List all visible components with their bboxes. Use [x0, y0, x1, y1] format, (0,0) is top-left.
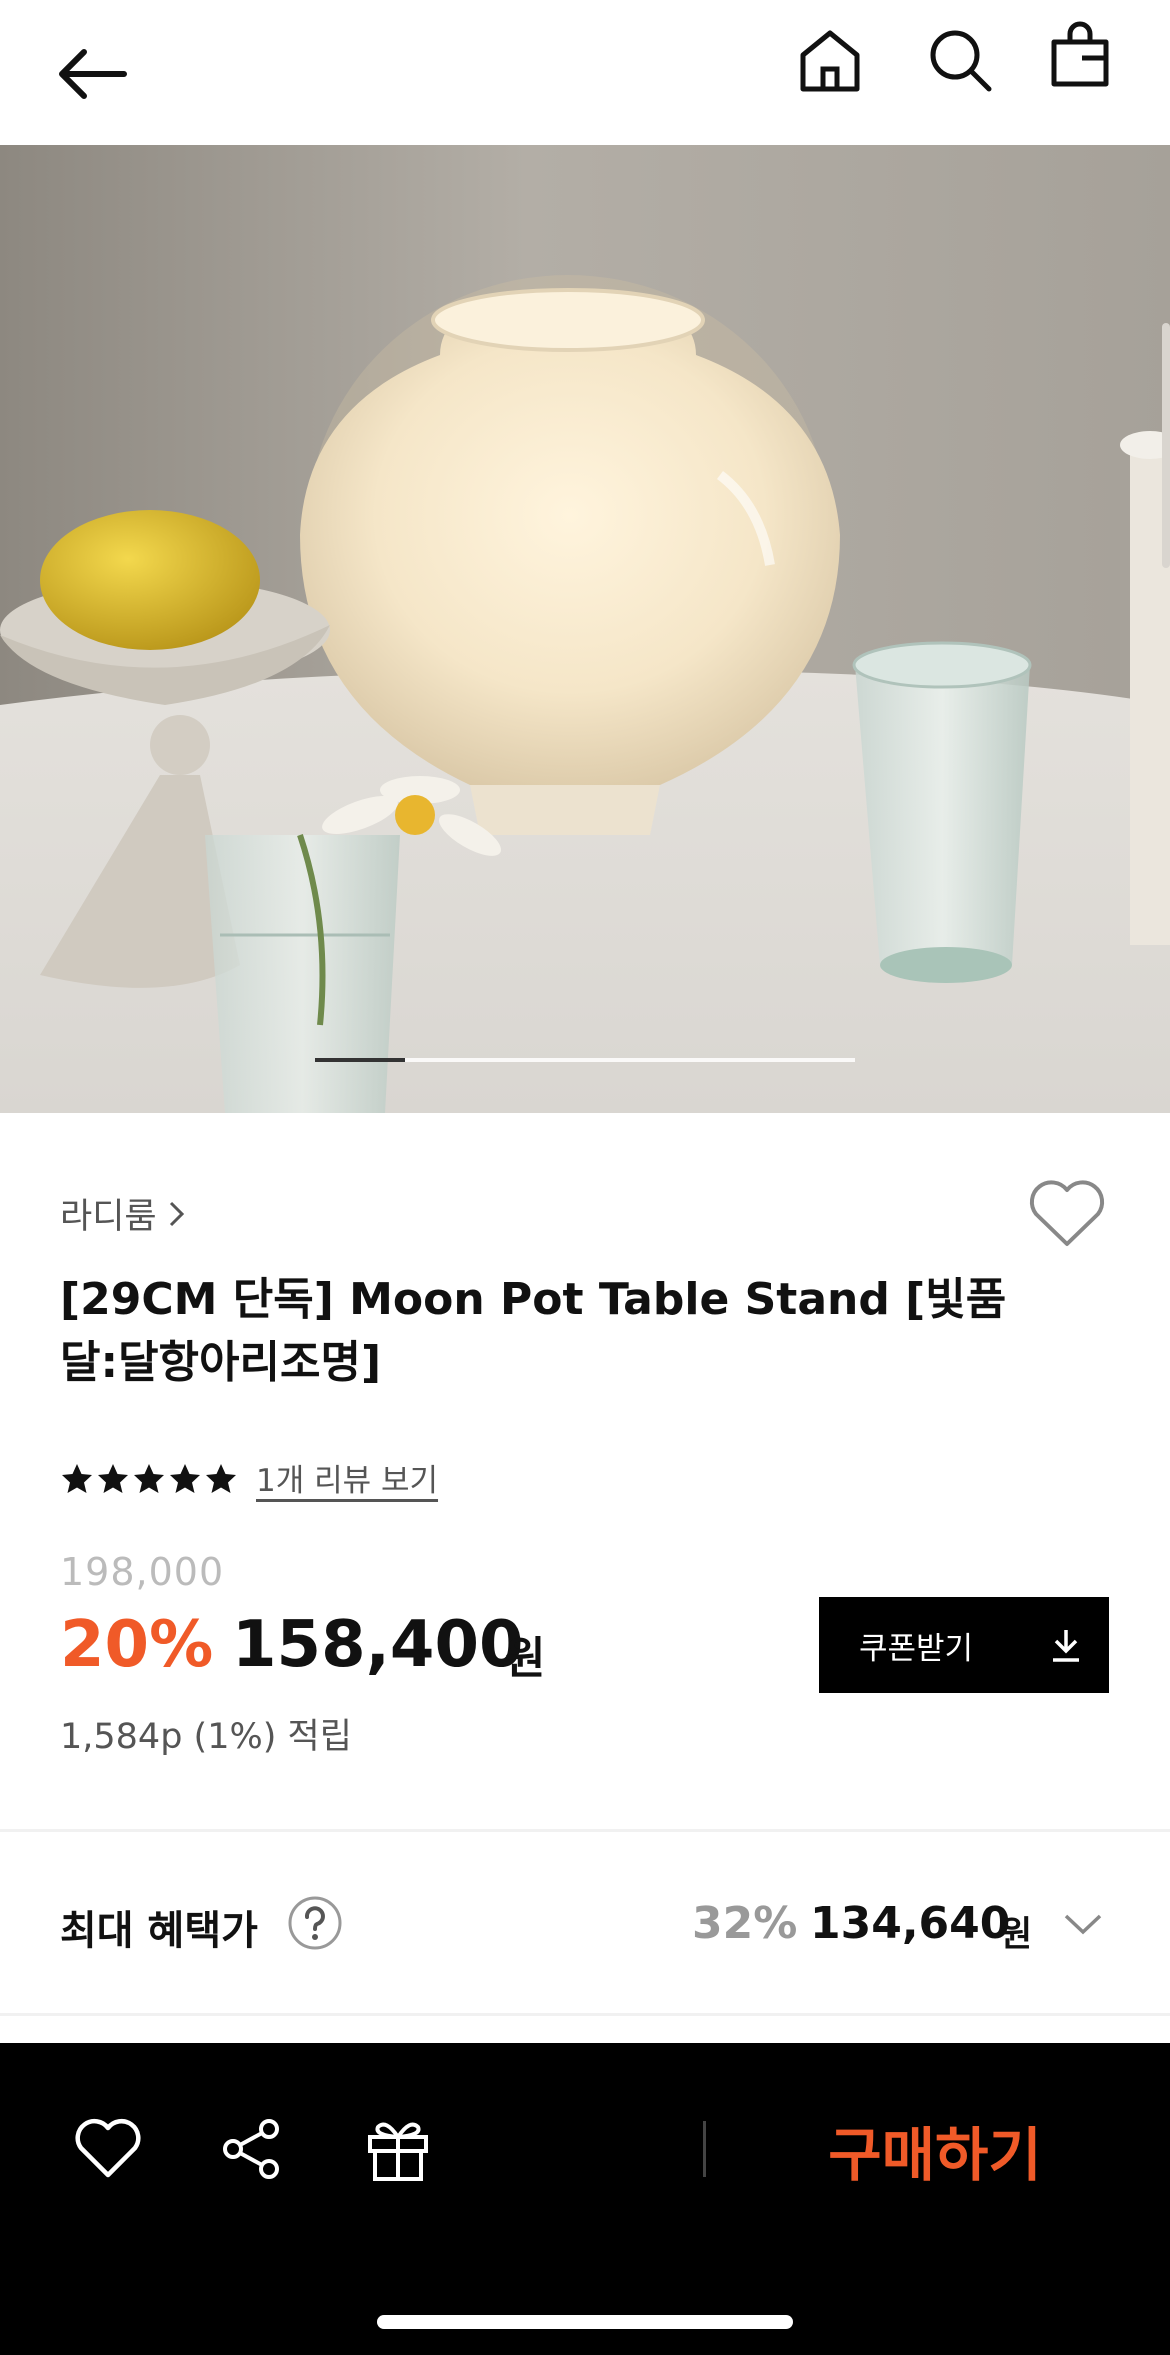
- home-indicator: [377, 2315, 793, 2329]
- star-icon: [98, 1464, 128, 1493]
- max-benefit-discount: 32%: [692, 1898, 798, 1949]
- original-price: 198,000: [60, 1550, 225, 1594]
- download-icon: [1053, 1630, 1079, 1662]
- search-button[interactable]: [910, 10, 1010, 110]
- heart-outline-icon: [75, 2118, 141, 2178]
- buy-button[interactable]: 구매하기: [780, 2100, 1090, 2200]
- chevron-down-icon: [1064, 1914, 1102, 1935]
- arrow-left-icon: [59, 49, 127, 99]
- sale-price: 158,400: [232, 1608, 524, 1682]
- home-icon: [800, 30, 860, 92]
- home-button[interactable]: [780, 10, 880, 110]
- back-button[interactable]: [40, 20, 140, 120]
- star-icon: [62, 1464, 92, 1493]
- gallery-progress-fill: [315, 1058, 406, 1062]
- search-icon: [930, 30, 992, 92]
- cart-button[interactable]: [1030, 5, 1130, 105]
- gift-button[interactable]: [358, 2109, 438, 2189]
- bottom-bar-separator: [703, 2121, 706, 2177]
- image-scroll-indicator: [1162, 323, 1170, 568]
- share-button[interactable]: [212, 2109, 292, 2189]
- star-icon: [134, 1464, 164, 1493]
- star-icon: [206, 1464, 236, 1493]
- top-nav-bar: [0, 0, 1170, 145]
- section-divider: [0, 2013, 1170, 2016]
- chevron-right-icon: [169, 1201, 184, 1226]
- product-image-gallery[interactable]: [0, 145, 1170, 1113]
- coupon-download-button[interactable]: 쿠폰받기: [819, 1597, 1109, 1693]
- max-benefit-price: 134,640: [810, 1898, 1011, 1949]
- brand-name: 라디룸: [60, 1197, 157, 1237]
- benefit-expand-button[interactable]: [1062, 1908, 1104, 1940]
- heart-outline-icon: [1029, 1180, 1105, 1246]
- wishlist-button[interactable]: [1028, 1178, 1106, 1250]
- star-icon: [170, 1464, 200, 1493]
- rating-stars: [60, 1462, 238, 1496]
- max-benefit-label: 최대 혜택가: [60, 1908, 258, 1954]
- discount-rate: 20%: [60, 1608, 214, 1682]
- bottom-wishlist-button[interactable]: [68, 2109, 148, 2189]
- gift-icon: [368, 2122, 428, 2181]
- share-icon: [223, 2119, 279, 2179]
- question-circle-icon: [288, 1896, 342, 1950]
- product-title: [29CM 단독] Moon Pot Table Stand [빛품달:달항아리…: [60, 1274, 1007, 1388]
- gallery-progress-bar: [315, 1058, 855, 1062]
- review-link[interactable]: 1개 리뷰 보기: [256, 1455, 438, 1500]
- brand-link[interactable]: 라디룸: [60, 1188, 187, 1239]
- coupon-label: 쿠폰받기: [859, 1630, 974, 1667]
- currency-label: 원: [505, 1633, 546, 1684]
- help-button[interactable]: [287, 1895, 343, 1951]
- max-benefit-currency: 원: [1000, 1915, 1033, 1955]
- points-info: 1,584p (1%) 적립: [60, 1717, 352, 1757]
- shopping-bag-icon: [1051, 21, 1109, 87]
- product-photo: [0, 145, 1170, 1113]
- section-divider: [0, 1829, 1170, 1832]
